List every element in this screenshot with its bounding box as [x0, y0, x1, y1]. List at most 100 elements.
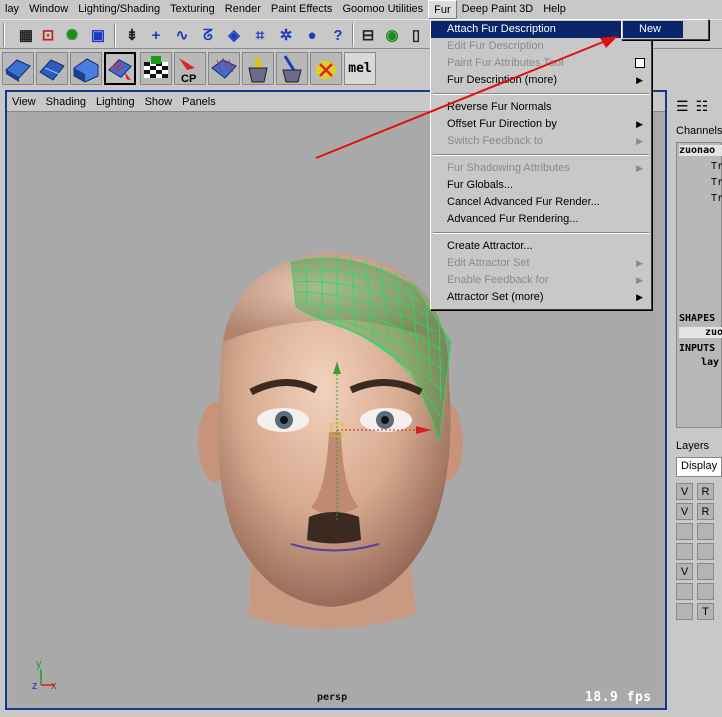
menu-goomoo-utilities[interactable]: Goomoo Utilities [337, 0, 428, 19]
fur-menu-item-fur-globals[interactable]: Fur Globals... [431, 177, 651, 194]
layer-row[interactable] [676, 583, 722, 603]
submenu-arrow-icon: ▶ [636, 119, 643, 129]
layer-visibility-toggle[interactable] [676, 603, 693, 620]
bucket-icon[interactable] [242, 52, 274, 85]
lock-icon[interactable]: ⊟ [358, 24, 378, 46]
paint-fur-icon[interactable] [208, 52, 240, 85]
fur-shelf-icon-1[interactable] [2, 52, 34, 85]
attr-row[interactable]: Tr [711, 177, 722, 188]
viewport-menu-panels[interactable]: Panels [177, 92, 221, 112]
layer-reference-toggle[interactable] [697, 563, 714, 580]
fur-menu-item-reverse-fur-normals[interactable]: Reverse Fur Normals [431, 99, 651, 116]
input-item[interactable]: lay [701, 357, 719, 368]
menu-item-label: Fur Globals... [447, 179, 514, 191]
viewport-menu-show[interactable]: Show [140, 92, 178, 112]
light-icon[interactable]: ✲ [276, 24, 296, 46]
transform-icon[interactable]: ◈ [224, 24, 244, 46]
layer-row[interactable] [676, 543, 722, 563]
fur-menu-item-advanced-fur-rendering[interactable]: Advanced Fur Rendering... [431, 211, 651, 228]
layer-row[interactable] [676, 523, 722, 543]
attr-row[interactable]: Tr [711, 193, 722, 204]
menu-texturing[interactable]: Texturing [165, 0, 220, 19]
layer-visibility-toggle[interactable] [676, 583, 693, 600]
fur-menu-item-paint-fur-attributes-tool[interactable]: Paint Fur Attributes Tool [431, 55, 651, 72]
delete-fur-icon[interactable] [310, 52, 342, 85]
channel-box-icon[interactable]: ☰ [676, 98, 689, 114]
checker-fur-icon[interactable] [140, 52, 172, 85]
layer-reference-toggle[interactable] [697, 543, 714, 560]
viewport-menu-view[interactable]: View [7, 92, 41, 112]
layer-row[interactable]: T [676, 603, 722, 623]
fur-menu-item-cancel-advanced-fur-render[interactable]: Cancel Advanced Fur Render... [431, 194, 651, 211]
layer-visibility-toggle[interactable]: V [676, 483, 693, 500]
fur-menu-item-enable-feedback-for[interactable]: Enable Feedback for ▶ [431, 272, 651, 289]
fur-shelf-icon-2[interactable] [36, 52, 68, 85]
fur-menu-item-switch-feedback-to[interactable]: Switch Feedback to ▶ [431, 133, 651, 150]
menu-fur[interactable]: Fur [428, 0, 457, 19]
curve-icon[interactable]: ∿ [172, 24, 192, 46]
channels-tab[interactable]: Channels [676, 125, 722, 137]
attribute-icon[interactable]: ☷ [696, 98, 709, 114]
snap-icon[interactable]: ⊡ [38, 24, 58, 46]
viewport-menu-shading[interactable]: Shading [41, 92, 91, 112]
main-menu-bar: lay Window Lighting/Shading Texturing Render… [0, 0, 722, 19]
layers-tab[interactable]: Layers [676, 440, 709, 452]
fur-shelf-icon-4[interactable] [104, 52, 136, 85]
new-menu-item[interactable]: New [623, 21, 683, 38]
fur-menu-item-attractor-set-more[interactable]: Attractor Set (more) ▶ [431, 289, 651, 306]
menu-item-label: Offset Fur Direction by [447, 118, 557, 130]
layer-visibility-toggle[interactable] [676, 543, 693, 560]
move-plus-icon[interactable]: + [146, 24, 166, 46]
layer-reference-toggle[interactable]: R [697, 503, 714, 520]
shape-item[interactable]: zuo [679, 327, 722, 338]
fur-menu-item-edit-fur-description[interactable]: Edit Fur Description [431, 38, 651, 55]
render-icon[interactable]: ◉ [382, 24, 402, 46]
component-icon[interactable]: ✺ [62, 24, 82, 46]
layer-visibility-toggle[interactable] [676, 523, 693, 540]
menu-window[interactable]: Window [24, 0, 73, 19]
brush-bucket-icon[interactable] [276, 52, 308, 85]
mel-icon[interactable]: mel [344, 52, 376, 85]
fur-menu-item-attach-fur-description[interactable]: Attach Fur Description▶ [431, 21, 651, 38]
menu-separator [433, 232, 649, 234]
option-box-icon[interactable] [635, 58, 645, 68]
fur-menu-item-offset-fur-direction-by[interactable]: Offset Fur Direction by ▶ [431, 116, 651, 133]
fur-menu-item-fur-shadowing-attributes[interactable]: Fur Shadowing Attributes ▶ [431, 160, 651, 177]
select-by-object-icon[interactable]: ▦ [16, 24, 36, 46]
fur-shelf-icon-3[interactable] [70, 52, 102, 85]
menu-lay[interactable]: lay [0, 0, 24, 19]
fur-menu-item-fur-description-more[interactable]: Fur Description (more) ▶ [431, 72, 651, 89]
layer-reference-toggle[interactable]: R [697, 483, 714, 500]
layer-visibility-toggle[interactable]: V [676, 503, 693, 520]
copy-fur-icon[interactable]: CP [174, 52, 206, 85]
layer-display-dropdown[interactable]: Display [676, 457, 722, 477]
viewport-menu-lighting[interactable]: Lighting [91, 92, 140, 112]
ipr-icon[interactable]: ▯ [406, 24, 426, 46]
attr-row[interactable]: Tr [711, 161, 722, 172]
layer-reference-toggle[interactable] [697, 523, 714, 540]
object-name[interactable]: zuonao [679, 145, 722, 156]
layer-visibility-toggle[interactable]: V [676, 563, 693, 580]
menu-deep-paint-3d[interactable]: Deep Paint 3D [457, 0, 539, 19]
menu-paint-effects[interactable]: Paint Effects [266, 0, 338, 19]
shelf-toggle-icon[interactable]: ▣ [88, 24, 108, 46]
fur-menu-item-create-attractor[interactable]: Create Attractor... [431, 238, 651, 255]
submenu-arrow-icon: ▶ [636, 75, 643, 85]
layer-reference-toggle[interactable] [697, 583, 714, 600]
layer-row[interactable]: V [676, 563, 722, 583]
menu-lighting-shading[interactable]: Lighting/Shading [73, 0, 165, 19]
menu-help[interactable]: Help [538, 0, 571, 19]
sphere-icon[interactable]: ● [302, 24, 322, 46]
move-plus-icon[interactable]: ⇟ [122, 24, 142, 46]
axis-x-label: x [51, 680, 57, 692]
menu-item-label: Paint Fur Attributes Tool [447, 57, 564, 69]
help-icon[interactable]: ? [328, 24, 348, 46]
lasso-icon[interactable]: ᘔ [198, 24, 218, 46]
fur-menu-item-edit-attractor-set[interactable]: Edit Attractor Set ▶ [431, 255, 651, 272]
layer-row[interactable]: VR [676, 503, 722, 523]
menu-render[interactable]: Render [220, 0, 266, 19]
layer-row[interactable]: VR [676, 483, 722, 503]
fur-menu: Attach Fur Description▶Edit Fur Descript… [430, 19, 652, 310]
grid-icon[interactable]: ⌗ [250, 24, 270, 46]
layer-reference-toggle[interactable]: T [697, 603, 714, 620]
